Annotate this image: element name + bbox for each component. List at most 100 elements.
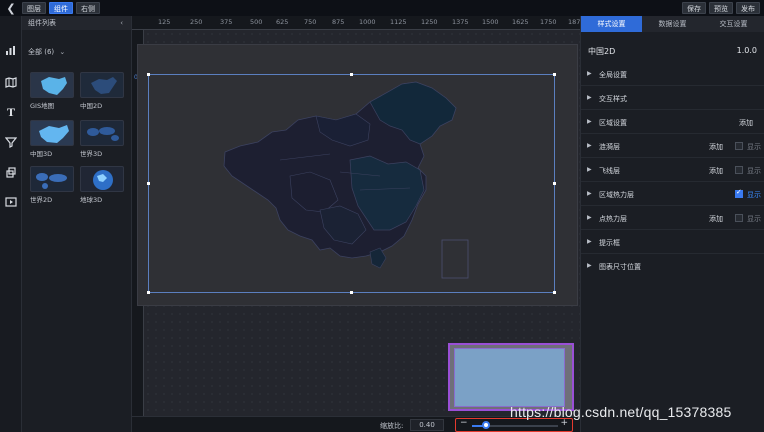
settings-row-ripple-layer[interactable]: ▶ 涟漪层 添加 显示 [581, 134, 764, 158]
component-list-title: 组件列表 [28, 19, 56, 27]
earth-3d-thumbnail [80, 166, 124, 192]
back-icon[interactable]: ❮ [0, 0, 22, 16]
ruler-tick: 125 [158, 18, 171, 26]
selection-box[interactable] [148, 74, 555, 293]
settings-row-label: 点热力层 [599, 215, 627, 223]
watermark-text: https://blog.csdn.net/qq_15378385 [510, 404, 732, 420]
resize-handle[interactable] [350, 291, 353, 294]
chevron-down-icon: ⌄ [59, 48, 66, 56]
property-panel: 样式设置 数据设置 交互设置 中国2D 1.0.0 ▶ 全局设置 ▶ 交互样式 … [580, 16, 764, 432]
layers-category-icon[interactable] [3, 164, 19, 180]
text-category-icon[interactable]: T [3, 104, 19, 120]
category-icon-bar: T [0, 16, 22, 432]
ruler-tick: 1500 [482, 18, 499, 26]
tab-interaction-settings[interactable]: 交互设置 [703, 16, 764, 32]
settings-row-flyline-layer[interactable]: ▶ 飞线层 添加 显示 [581, 158, 764, 182]
zoom-value-input[interactable]: 0.40 [410, 419, 444, 431]
ruler-tick: 1625 [512, 18, 529, 26]
component-item-gis-map[interactable]: GIS地图 [30, 72, 74, 110]
zoom-label: 缩放比: [380, 422, 404, 430]
component-list-panel: 组件列表 ‹ 全部 (6) ⌄ GIS地图 中国2D 中国3D 世界3D 世界2… [22, 16, 132, 432]
ruler-tick: 750 [304, 18, 317, 26]
settings-row-region-heat-layer[interactable]: ▶ 区域热力层 显示 [581, 182, 764, 206]
ruler-tick: 187 [568, 18, 581, 26]
component-item-world-3d[interactable]: 世界3D [80, 120, 124, 158]
point-heat-add-button[interactable]: 添加 [709, 214, 723, 224]
ruler-tick: 1750 [540, 18, 557, 26]
region-heat-show-checkbox[interactable] [735, 188, 743, 198]
settings-row-chart-size-position[interactable]: ▶ 图表尺寸位置 [581, 254, 764, 278]
component-item-earth-3d[interactable]: 地球3D [80, 166, 124, 204]
expand-arrow-icon: ▶ [587, 118, 592, 125]
layers-button[interactable]: 图层 [22, 2, 46, 14]
settings-row-label: 涟漪层 [599, 143, 620, 151]
expand-arrow-icon: ▶ [587, 190, 592, 197]
component-item-label: GIS地图 [30, 102, 55, 110]
collapse-icon[interactable]: ‹ [120, 16, 123, 30]
canvas-minimap[interactable] [448, 343, 574, 411]
settings-row-label: 图表尺寸位置 [599, 263, 641, 271]
world-3d-thumbnail [80, 120, 124, 146]
settings-row-global[interactable]: ▶ 全局设置 [581, 62, 764, 86]
publish-button[interactable]: 发布 [736, 2, 760, 14]
settings-row-region[interactable]: ▶ 区域设置 添加 [581, 110, 764, 134]
components-button[interactable]: 组件 [49, 2, 73, 14]
top-toolbar: ❮ 图层 组件 右侧 保存 预览 发布 [0, 0, 764, 16]
resize-handle[interactable] [553, 73, 556, 76]
zoom-slider-handle[interactable] [481, 421, 490, 429]
world-2d-thumbnail [30, 166, 74, 192]
media-category-icon[interactable] [3, 194, 19, 210]
ruler-tick: 625 [276, 18, 289, 26]
show-label: 显示 [747, 191, 761, 199]
zoom-slider[interactable]: − + [455, 418, 573, 432]
component-item-label: 地球3D [80, 196, 103, 204]
component-item-china-2d[interactable]: 中国2D [80, 72, 124, 110]
chart-category-icon[interactable] [3, 42, 19, 58]
expand-arrow-icon: ▶ [587, 214, 592, 221]
ruler-tick: 250 [190, 18, 203, 26]
ripple-add-button[interactable]: 添加 [709, 142, 723, 152]
show-label: 显示 [747, 167, 761, 175]
map-category-icon[interactable] [3, 74, 19, 90]
category-filter-dropdown[interactable]: 全部 (6) ⌄ [28, 47, 65, 57]
settings-row-label: 全局设置 [599, 71, 627, 79]
zoom-out-icon[interactable]: − [460, 418, 468, 428]
component-title: 中国2D [588, 47, 616, 56]
point-heat-show-checkbox[interactable] [735, 214, 743, 222]
category-filter-label: 全部 (6) [28, 48, 55, 56]
save-button[interactable]: 保存 [682, 2, 706, 14]
flyline-add-button[interactable]: 添加 [709, 166, 723, 176]
settings-row-label: 交互样式 [599, 95, 627, 103]
preview-button[interactable]: 预览 [709, 2, 733, 14]
flyline-show-checkbox[interactable] [735, 166, 743, 174]
ruler-tick: 1250 [421, 18, 438, 26]
component-item-label: 世界3D [80, 150, 103, 158]
component-item-china-3d[interactable]: 中国3D [30, 120, 74, 158]
resize-handle[interactable] [350, 73, 353, 76]
ruler-tick: 375 [220, 18, 233, 26]
expand-arrow-icon: ▶ [587, 238, 592, 245]
property-tabs: 样式设置 数据设置 交互设置 [581, 16, 764, 32]
settings-row-interaction-style[interactable]: ▶ 交互样式 [581, 86, 764, 110]
settings-row-tooltip[interactable]: ▶ 提示框 [581, 230, 764, 254]
right-panel-button[interactable]: 右侧 [76, 2, 100, 14]
component-item-label: 世界2D [30, 196, 53, 204]
ripple-show-checkbox[interactable] [735, 142, 743, 150]
expand-arrow-icon: ▶ [587, 70, 592, 77]
resize-handle[interactable] [147, 182, 150, 185]
tab-style-settings[interactable]: 样式设置 [581, 16, 642, 32]
ruler-tick: 1000 [359, 18, 376, 26]
resize-handle[interactable] [553, 182, 556, 185]
resize-handle[interactable] [553, 291, 556, 294]
ruler-tick: 1375 [452, 18, 469, 26]
settings-row-point-heat-layer[interactable]: ▶ 点热力层 添加 显示 [581, 206, 764, 230]
filter-category-icon[interactable] [3, 134, 19, 150]
region-add-button[interactable]: 添加 [739, 118, 753, 128]
resize-handle[interactable] [147, 73, 150, 76]
ruler-tick: 1125 [390, 18, 407, 26]
minimap-viewport[interactable] [454, 348, 565, 407]
resize-handle[interactable] [147, 291, 150, 294]
show-label: 显示 [747, 143, 761, 151]
component-item-world-2d[interactable]: 世界2D [30, 166, 74, 204]
tab-data-settings[interactable]: 数据设置 [642, 16, 703, 32]
